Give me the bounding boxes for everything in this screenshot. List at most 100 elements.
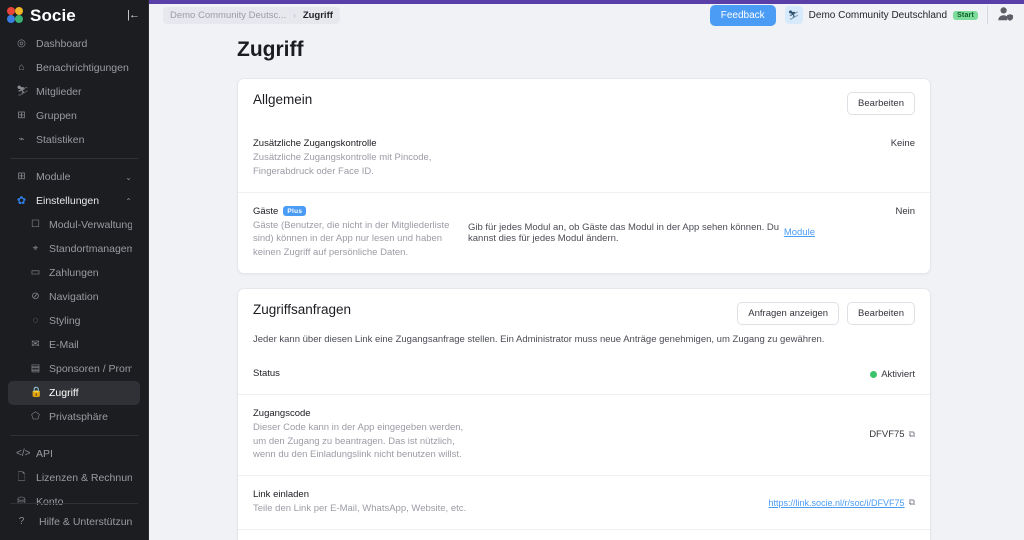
row-zugangscode: Zugangscode Dieser Code kann in der App … xyxy=(238,393,930,475)
sidebar-item-statistiken[interactable]: ⌁ Statistiken xyxy=(8,128,140,152)
sidebar-item-module[interactable]: ⊞ Module ⌄ xyxy=(8,165,140,189)
sidebar-divider xyxy=(10,435,138,436)
sidebar-item-einstellungen[interactable]: ✿ Einstellungen ⌃ xyxy=(8,189,140,213)
sidebar-item-gruppen[interactable]: ⊞ Gruppen xyxy=(8,104,140,128)
main-content: Demo Community Deutsc... › Zugriff Feedb… xyxy=(149,0,1024,540)
sidebar-item-api[interactable]: </> API xyxy=(8,442,140,466)
row-qr-code: QR-Code Herunterladen xyxy=(238,528,930,540)
row-left: Status xyxy=(253,368,468,381)
gear-icon: ✿ xyxy=(16,194,27,207)
row-value: DFVF75 ⧉ xyxy=(823,408,915,462)
sidebar-item-modul-verwaltung[interactable]: ☐ Modul-Verwaltung xyxy=(8,213,140,237)
row-middle xyxy=(468,489,730,516)
edit-zugriffsanfragen-button[interactable]: Bearbeiten xyxy=(847,301,915,325)
row-label: Link einladen xyxy=(253,489,309,501)
sidebar-item-label: Mitglieder xyxy=(36,86,82,98)
module-link[interactable]: Module xyxy=(784,227,815,238)
members-icon: ⛷ xyxy=(16,86,29,97)
groups-icon: ⊞ xyxy=(17,110,26,121)
bell-icon: ⌂ xyxy=(18,62,25,73)
code-icon: </> xyxy=(16,448,31,459)
row-value: Keine xyxy=(890,138,915,149)
row-status: Status Aktiviert xyxy=(238,355,930,394)
row-label-text: Gäste xyxy=(253,205,279,217)
card-description: Jeder kann über diesen Link eine Zugangs… xyxy=(253,333,825,345)
sidebar-item-label: Einstellungen xyxy=(36,195,100,207)
sponsor-icon: ▤ xyxy=(30,363,41,374)
access-code-value: DFVF75 xyxy=(869,429,905,441)
socie-logo-icon xyxy=(7,6,24,24)
lock-icon: 🔒 xyxy=(30,387,43,398)
mail-icon: ✉ xyxy=(31,339,40,350)
module-icon: ⊞ xyxy=(17,171,26,182)
sidebar-item-lizenzen-rechnungen[interactable]: 🗋 Lizenzen & Rechnungen xyxy=(8,466,140,490)
status-dot-icon xyxy=(870,370,878,378)
row-middle xyxy=(468,138,823,179)
card-title: Zugriffsanfragen xyxy=(253,301,352,317)
sidebar-item-navigation[interactable]: ⊘ Navigation xyxy=(8,285,140,309)
sidebar-item-label: API xyxy=(36,448,53,460)
card-allgemein: Allgemein Bearbeiten Zusätzliche Zugangs… xyxy=(237,78,931,274)
sidebar-item-zahlungen[interactable]: ▭ Zahlungen xyxy=(8,261,140,285)
row-description: Gäste (Benutzer, die nicht in der Mitgli… xyxy=(253,219,450,259)
sidebar-item-privatsphaere[interactable]: ⬠ Privatsphäre xyxy=(8,405,140,429)
sidebar-item-label: Hilfe & Unterstützung xyxy=(39,516,132,528)
sidebar-header: Socie |← xyxy=(0,0,148,30)
sidebar-item-standortmanagement[interactable]: ⌖ Standortmanagement xyxy=(8,237,140,261)
page-title: Zugriff xyxy=(237,38,304,61)
sidebar-item-label: Privatsphäre xyxy=(49,411,108,423)
sidebar-footer: ? Hilfe & Unterstützung xyxy=(0,497,148,540)
top-divider xyxy=(987,6,988,24)
row-label: Status xyxy=(253,367,280,379)
sidebar-divider xyxy=(10,503,138,504)
community-switcher[interactable]: ⛷ Demo Community Deutschland Start xyxy=(784,6,978,24)
navigation-icon: ⊘ xyxy=(31,291,40,302)
sidebar-item-label: Zahlungen xyxy=(49,267,99,279)
sidebar-item-label: Standortmanagement xyxy=(49,243,132,255)
invite-link[interactable]: https://link.socie.nl/r/soc/i/DFVF75 xyxy=(769,498,905,508)
sidebar-item-styling[interactable]: ◌ Styling xyxy=(8,309,140,333)
sidebar-item-zugriff[interactable]: 🔒 Zugriff xyxy=(8,381,140,405)
breadcrumb-parent[interactable]: Demo Community Deutsc... xyxy=(170,10,286,21)
row-middle xyxy=(468,408,823,462)
sidebar-item-label: Lizenzen & Rechnungen xyxy=(36,472,132,484)
sidebar-item-label: Dashboard xyxy=(36,38,88,50)
copy-icon[interactable]: ⧉ xyxy=(909,497,915,508)
chevron-down-icon: ⌄ xyxy=(125,172,132,182)
sidebar-item-label: Zugriff xyxy=(49,387,79,399)
row-value: Nein xyxy=(895,205,915,217)
sidebar-item-label: Modul-Verwaltung xyxy=(49,219,132,231)
collapse-sidebar-icon[interactable]: |← xyxy=(126,8,140,23)
sidebar-item-benachrichtigungen[interactable]: ⌂ Benachrichtigungen xyxy=(8,56,140,80)
row-value: https://link.socie.nl/r/soc/i/DFVF75 ⧉ xyxy=(730,489,915,516)
sidebar-item-dashboard[interactable]: ◎ Dashboard xyxy=(8,32,140,56)
feedback-button[interactable]: Feedback xyxy=(709,4,776,26)
plus-badge: Plus xyxy=(283,206,307,217)
row-left: Zugangscode Dieser Code kann in der App … xyxy=(253,408,468,462)
sidebar-item-label: Sponsoren / Promotion xyxy=(49,363,132,375)
brand-name: Socie xyxy=(30,5,76,25)
sidebar-item-label: Navigation xyxy=(49,291,99,303)
edit-allgemein-button[interactable]: Bearbeiten xyxy=(847,92,915,115)
sidebar-item-email[interactable]: ✉ E-Mail xyxy=(8,333,140,357)
row-label: Zusätzliche Zugangskontrolle xyxy=(253,138,377,149)
sidebar-item-hilfe-unterstuetzung[interactable]: ? Hilfe & Unterstützung xyxy=(8,510,140,534)
row-left: Link einladen Teile den Link per E-Mail,… xyxy=(253,489,468,516)
sidebar-item-label: Gruppen xyxy=(36,110,77,122)
chevron-up-icon: ⌃ xyxy=(125,196,132,206)
row-left: Zusätzliche Zugangskontrolle Zusätzliche… xyxy=(253,138,468,179)
sidebar-item-sponsoren-promotion[interactable]: ▤ Sponsoren / Promotion xyxy=(8,357,140,381)
row-zusaetzliche-zugangskontrolle: Zusätzliche Zugangskontrolle Zusätzliche… xyxy=(238,125,930,192)
content-area: Allgemein Bearbeiten Zusätzliche Zugangs… xyxy=(149,62,1024,540)
copy-icon[interactable]: ⧉ xyxy=(909,429,915,440)
sidebar-item-label: E-Mail xyxy=(49,339,79,351)
show-requests-button[interactable]: Anfragen anzeigen xyxy=(737,301,840,325)
status-badge: Aktiviert xyxy=(823,369,915,380)
sidebar-item-mitglieder[interactable]: ⛷ Mitglieder xyxy=(8,80,140,104)
sidebar-item-label: Statistiken xyxy=(36,134,85,146)
status-value: Aktiviert xyxy=(881,368,915,380)
card-actions: Anfragen anzeigen Bearbeiten xyxy=(737,301,915,325)
user-shield-icon[interactable] xyxy=(997,6,1014,25)
payment-icon: ▭ xyxy=(30,267,41,278)
sidebar: Socie |← ◎ Dashboard ⌂ Benachrichtigunge… xyxy=(0,0,149,540)
